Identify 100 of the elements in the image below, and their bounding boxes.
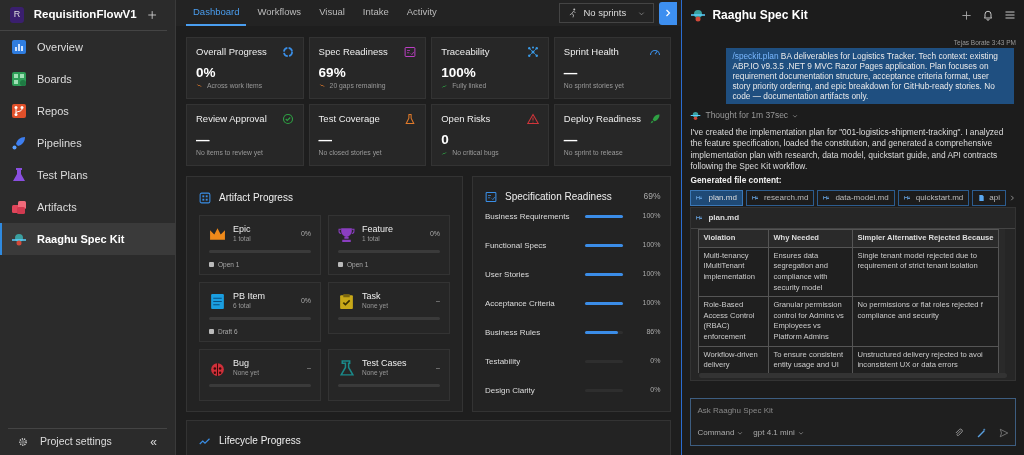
sprint-dropdown[interactable]: No sprints [559, 3, 655, 23]
bell-icon[interactable] [982, 9, 994, 21]
test-flask-icon [338, 359, 355, 377]
settings-link[interactable]: Project settings [40, 434, 112, 450]
magic-pen-icon[interactable] [976, 427, 987, 439]
nav-label: Overview [37, 39, 83, 55]
metric-value: 69% [318, 64, 347, 80]
add-icon[interactable] [961, 9, 972, 21]
metric-title: Test Coverage [318, 112, 380, 126]
project-avatar: R [10, 7, 24, 23]
nav-item[interactable]: Repos [0, 95, 175, 127]
chevron-right-icon[interactable] [1009, 194, 1016, 203]
tab[interactable]: Intake [355, 0, 396, 26]
model-dropdown[interactable]: gpt 4.1 mini [753, 427, 804, 439]
nav-icon [11, 135, 27, 151]
panel-title: Artifact Progress [219, 191, 293, 205]
readiness-label: Acceptance Criteria [485, 297, 555, 310]
readiness-label: Testability [485, 355, 521, 368]
metric-value: 0 [441, 131, 450, 147]
reply-text: I've created the implementation plan for "001-logistics-shipment-tracking". I analyzed the feature specification, loaded the constitution, and generated a comprehensive implementation plan with research, data model, quickstart guide, and API contracts following the Spec Kit workflow. [690, 127, 1005, 173]
chat-input[interactable]: Ask Raaghu Spec Kit [697, 405, 1009, 417]
artifact-name: Bug [233, 359, 250, 368]
panel-title: Specification Readiness [505, 190, 612, 204]
document-icon [209, 292, 226, 310]
metric-title: Overall Progress [196, 45, 267, 59]
artifact-name: PB Item [233, 292, 265, 301]
readiness-label: Business Rules [485, 326, 541, 339]
checklist-icon [485, 190, 497, 203]
nav-label: Artifacts [37, 199, 77, 215]
metric-title: Deploy Readiness [563, 112, 641, 126]
runner-icon [568, 8, 579, 18]
check-circle-icon [281, 113, 294, 126]
menu-icon[interactable] [1004, 9, 1016, 21]
chevron-down-icon [737, 430, 744, 436]
nav-item[interactable]: Artifacts [0, 191, 175, 223]
metric-title: Open Risks [441, 112, 491, 126]
readiness-label: Business Requirements [485, 210, 570, 223]
tab[interactable]: Activity [399, 0, 444, 26]
legend-swatch [209, 262, 214, 268]
chevron-down-icon [638, 9, 646, 17]
project-name: RequisitionFlowV1 [33, 7, 137, 23]
file-tab[interactable]: data-model.md [817, 190, 895, 207]
legend-swatch [209, 329, 214, 335]
nav-icon [11, 167, 27, 183]
checklist-icon [404, 46, 417, 59]
command-link[interactable]: /speckit.plan [732, 50, 779, 61]
tab[interactable]: Workflows [250, 0, 309, 26]
nav-icon [11, 103, 27, 119]
nav-label: Pipelines [37, 135, 82, 151]
nav-item[interactable]: Overview [0, 31, 175, 63]
expand-button[interactable] [659, 1, 678, 25]
file-tab[interactable]: plan.md [690, 190, 743, 207]
file-tab[interactable]: quickstart.md [897, 190, 970, 207]
markdown-icon [696, 214, 705, 223]
progress-ring-icon [281, 46, 294, 59]
thought-toggle[interactable]: Thought for 1m 37sec [705, 109, 789, 123]
chevron-down-icon [797, 430, 804, 436]
metric-title: Traceability [441, 45, 490, 59]
file-tab[interactable]: api [972, 190, 1006, 207]
nav-item[interactable]: Boards [0, 63, 175, 95]
settings-icon[interactable] [18, 437, 28, 447]
metric-title: Sprint Health [563, 45, 619, 59]
network-icon [526, 46, 539, 59]
nav-icon [11, 231, 27, 247]
artifact-name: Feature [362, 225, 394, 234]
collapse-button[interactable]: « [150, 433, 157, 451]
flask-icon [404, 113, 417, 126]
readiness-label: Functional Specs [485, 239, 547, 252]
nav-item[interactable]: Pipelines [0, 127, 175, 159]
chevron-down-icon[interactable] [792, 112, 799, 119]
tab[interactable]: Dashboard [186, 0, 247, 26]
tab[interactable]: Visual [312, 0, 352, 26]
nav-label: Test Plans [37, 167, 88, 183]
file-tab[interactable]: research.md [745, 190, 815, 207]
trophy-icon [338, 225, 355, 243]
paperclip-icon[interactable] [954, 428, 964, 438]
generated-label: Generated file content: [690, 174, 783, 188]
mode-dropdown[interactable]: Command [697, 427, 744, 439]
send-icon[interactable] [999, 428, 1009, 438]
nav-icon [11, 71, 27, 87]
nav-item[interactable]: Raaghu Spec Kit [0, 223, 175, 255]
markdown-icon [696, 194, 705, 203]
metric-value: — [563, 131, 579, 147]
nav-label: Boards [37, 71, 72, 87]
warning-icon [526, 113, 539, 126]
add-icon[interactable] [146, 9, 157, 21]
artifact-name: Test Cases [362, 359, 407, 368]
nav-item[interactable]: Test Plans [0, 159, 175, 191]
nav-label: Repos [37, 103, 69, 119]
nav-icon [11, 39, 27, 55]
markdown-icon [823, 194, 832, 203]
chevron-right-icon [665, 8, 672, 18]
sprint-label: No sprints [583, 5, 627, 20]
metric-value: — [196, 131, 211, 147]
metric-title: Spec Readiness [318, 45, 388, 59]
markdown-icon [903, 194, 912, 203]
readiness-label: User Stories [485, 268, 529, 281]
panel-title: Lifecycle Progress [219, 434, 301, 448]
crown-icon [209, 225, 226, 243]
metric-value: — [318, 131, 334, 147]
